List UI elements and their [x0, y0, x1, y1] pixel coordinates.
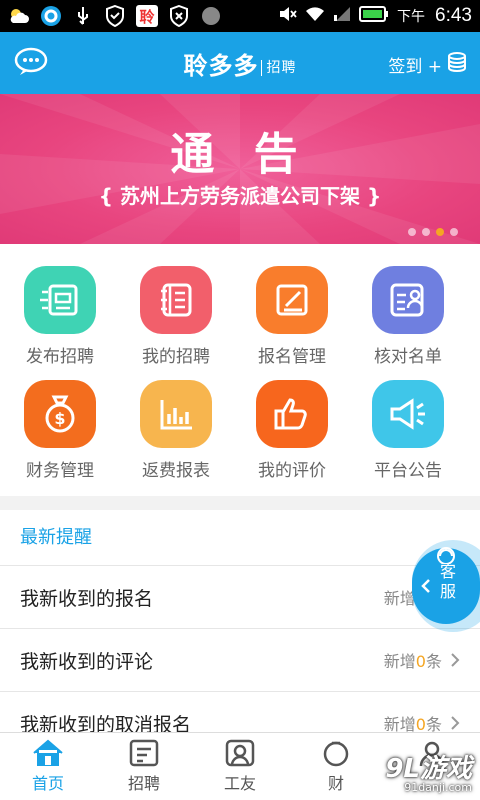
tab-home[interactable]: 首页 [0, 739, 96, 794]
usb-icon [72, 5, 94, 27]
watermark-text: 9L游戏 [385, 754, 472, 784]
shield-icon [104, 5, 126, 27]
grid-item-bar-chart[interactable]: 返费报表 [116, 380, 236, 481]
tab-recruit[interactable]: 招聘 [96, 739, 192, 794]
logo-text: 聆多多 [183, 52, 259, 80]
recruit-icon [96, 739, 192, 767]
workmate-icon [192, 739, 288, 767]
sign-in-button[interactable]: 签到 + [388, 51, 468, 78]
count-number: 0 [415, 652, 426, 671]
notebook-icon [140, 266, 212, 334]
grid-item-label: 发布招聘 [26, 347, 94, 367]
grid-item-megaphone[interactable]: 平台公告 [348, 380, 468, 481]
app-badge-icon: 聆 [136, 5, 158, 27]
shield-check-icon [168, 5, 190, 27]
reminder-label: 我新收到的报名 [20, 587, 154, 610]
browser-icon [40, 5, 62, 27]
sign-in-label: 签到 + [388, 57, 442, 77]
chevron-left-icon [420, 578, 432, 598]
megaphone-icon [372, 380, 444, 448]
grid-item-label: 我的评价 [258, 461, 326, 481]
grid-item-label: 返费报表 [142, 461, 210, 481]
count-suffix: 条 [425, 652, 442, 671]
roster-icon [372, 266, 444, 334]
count-prefix: 新增 [383, 652, 416, 671]
banner-page-dot[interactable] [422, 228, 430, 236]
signal-icon [333, 6, 351, 26]
banner-page-dot[interactable] [436, 228, 444, 236]
grid-item-roster[interactable]: 核对名单 [348, 266, 468, 367]
grid-item-label: 平台公告 [374, 461, 442, 481]
reminder-row[interactable]: 我新收到的报名新增0位 [0, 566, 480, 629]
edit-icon [256, 266, 328, 334]
thumbs-up-icon [256, 380, 328, 448]
reminder-label: 我新收到的评论 [20, 650, 154, 673]
reminder-row[interactable]: 我新收到的评论 新增0条 [0, 629, 480, 692]
notice-banner[interactable]: 通 告 { 苏州上方劳务派遣公司下架 } [0, 94, 480, 244]
tab-label: 首页 [31, 774, 64, 793]
chevron-right-icon [451, 653, 460, 667]
grid-item-thumbs-up[interactable]: 我的评价 [232, 380, 352, 481]
banner-subtitle: { 苏州上方劳务派遣公司下架 } [98, 184, 382, 208]
circle-icon [200, 5, 222, 27]
reminder-count: 新增0条 [384, 648, 460, 672]
customer-service-bubble: 客服 [412, 547, 480, 624]
watermark-logo: 9L游戏 91danji.com [385, 748, 472, 794]
tab-label: 招聘 [127, 774, 160, 793]
status-ampm: 下午 [397, 9, 426, 25]
grid-item-label: 核对名单 [374, 347, 442, 367]
feature-grid: 发布招聘 我的招聘 报名管理 核对名单 $ 财务管理 返费报表 我的评价 平台公告 [0, 244, 480, 496]
publish-icon [24, 266, 96, 334]
grid-item-edit[interactable]: 报名管理 [232, 266, 352, 367]
tab-workmate[interactable]: 工友 [192, 739, 288, 794]
battery-icon [359, 6, 389, 26]
count-prefix: 新增 [383, 589, 416, 608]
grid-item-publish[interactable]: 发布招聘 [0, 266, 120, 367]
customer-service-button[interactable]: 客服 [412, 540, 480, 632]
status-bar: 聆 下午 6:43 [0, 0, 480, 32]
reminders-title: 最新提醒 [0, 510, 480, 566]
status-time: 6:43 [435, 5, 472, 26]
grid-item-notebook[interactable]: 我的招聘 [116, 266, 236, 367]
tab-finance[interactable]: 财 [288, 739, 384, 794]
banner-title: 通 告 [170, 129, 310, 180]
banner-page-dot[interactable] [450, 228, 458, 236]
tab-label: 财 [327, 774, 344, 793]
grid-item-label: 财务管理 [26, 461, 94, 481]
grid-item-label: 我的招聘 [142, 347, 210, 367]
grid-item-label: 报名管理 [258, 347, 326, 367]
reminders-section: 最新提醒 我新收到的报名新增0位我新收到的评论新增0条我新收到的取消报名新增0条 [0, 510, 480, 755]
chevron-right-icon [451, 716, 460, 730]
bar-chart-icon [140, 380, 212, 448]
svg-text:$: $ [54, 409, 65, 428]
finance-icon [288, 739, 384, 767]
home-icon [0, 739, 96, 767]
reminder-count-text: 新增0条 [384, 648, 442, 672]
customer-service-label: 客服 [440, 562, 457, 601]
mute-icon [279, 6, 297, 26]
banner-page-dot[interactable] [408, 228, 416, 236]
banner-pager[interactable] [408, 228, 458, 236]
logo-subtitle: 招聘 [260, 60, 297, 76]
coin-stack-icon [446, 51, 468, 78]
money-bag-icon: $ [24, 380, 96, 448]
wifi-icon [305, 6, 325, 26]
tab-label: 工友 [223, 774, 256, 793]
weather-icon [8, 5, 30, 27]
app-header: 聆多多 招聘 签到 + [0, 32, 480, 94]
grid-item-money-bag[interactable]: $ 财务管理 [0, 380, 120, 481]
